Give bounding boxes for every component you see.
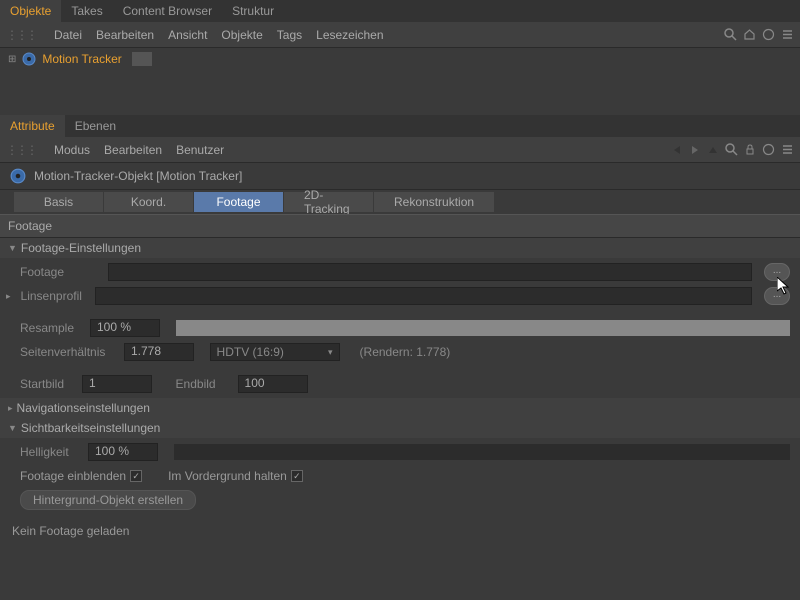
menu-icon[interactable] bbox=[781, 143, 794, 156]
menu-icon[interactable] bbox=[781, 28, 794, 41]
object-tree-row[interactable]: ⊞ Motion Tracker bbox=[0, 48, 800, 70]
lock-icon[interactable] bbox=[744, 144, 756, 156]
endbild-label: Endbild bbox=[176, 377, 230, 391]
tab-koord[interactable]: Koord. bbox=[104, 192, 194, 212]
motion-tracker-icon bbox=[22, 52, 36, 66]
expand-icon[interactable]: ⊞ bbox=[8, 54, 16, 65]
create-bg-object-button[interactable]: Hintergrund-Objekt erstellen bbox=[20, 490, 196, 510]
chevron-down-icon: ▼ bbox=[8, 423, 17, 433]
tab-attribute[interactable]: Attribute bbox=[0, 115, 65, 137]
attr-menubar: ⋮⋮⋮ Modus Bearbeiten Benutzer bbox=[0, 137, 800, 163]
object-manager-menubar: ⋮⋮⋮ Datei Bearbeiten Ansicht Objekte Tag… bbox=[0, 22, 800, 48]
resample-input[interactable]: 100 % bbox=[90, 319, 160, 337]
menu-lesezeichen[interactable]: Lesezeichen bbox=[316, 28, 383, 42]
menu-objekte[interactable]: Objekte bbox=[221, 28, 262, 42]
chevron-right-icon[interactable]: ▸ bbox=[6, 291, 11, 302]
helligkeit-label: Helligkeit bbox=[20, 445, 80, 459]
aspect-input[interactable]: 1.778 bbox=[124, 343, 194, 361]
param-tabs: Basis Koord. Footage 2D-Tracking Rekonst… bbox=[0, 190, 800, 214]
resample-label: Resample bbox=[20, 321, 82, 335]
group-footage-settings[interactable]: ▼ Footage-Einstellungen bbox=[0, 238, 800, 258]
footage-label: Footage bbox=[20, 265, 100, 279]
object-tree-area[interactable] bbox=[0, 70, 800, 115]
helligkeit-input[interactable]: 100 % bbox=[88, 443, 158, 461]
group-label: Navigationseinstellungen bbox=[17, 401, 150, 415]
tab-basis[interactable]: Basis bbox=[14, 192, 104, 212]
group-visibility-settings[interactable]: ▼ Sichtbarkeitseinstellungen bbox=[0, 418, 800, 438]
resample-slider[interactable] bbox=[176, 320, 790, 336]
menu-modus[interactable]: Modus bbox=[54, 143, 90, 157]
view-icon[interactable] bbox=[762, 28, 775, 41]
top-tabs: Objekte Takes Content Browser Struktur bbox=[0, 0, 800, 22]
aspect-label: Seitenverhältnis bbox=[20, 345, 116, 359]
linsenprofil-input[interactable] bbox=[95, 287, 752, 305]
status-message: Kein Footage geladen bbox=[0, 514, 800, 548]
group-label: Footage-Einstellungen bbox=[21, 241, 141, 255]
dropdown-value: HDTV (16:9) bbox=[217, 345, 284, 359]
nav-fwd-icon[interactable] bbox=[689, 144, 701, 156]
attr-tabs: Attribute Ebenen bbox=[0, 115, 800, 137]
chevron-down-icon: ▾ bbox=[328, 347, 333, 358]
search-icon[interactable] bbox=[724, 28, 737, 41]
section-footage: Footage bbox=[0, 214, 800, 238]
chevron-down-icon: ▼ bbox=[8, 243, 17, 253]
chevron-right-icon: ▸ bbox=[8, 403, 13, 414]
new-icon[interactable] bbox=[762, 143, 775, 156]
group-nav-settings[interactable]: ▸ Navigationseinstellungen bbox=[0, 398, 800, 418]
startbild-label: Startbild bbox=[20, 377, 74, 391]
tab-objekte[interactable]: Objekte bbox=[0, 0, 61, 22]
group-label: Sichtbarkeitseinstellungen bbox=[21, 421, 160, 435]
linsenprofil-label: Linsenprofil bbox=[21, 289, 87, 303]
render-aspect-label: (Rendern: 1.778) bbox=[360, 345, 451, 359]
menu-benutzer[interactable]: Benutzer bbox=[176, 143, 224, 157]
object-header: Motion-Tracker-Objekt [Motion Tracker] bbox=[0, 163, 800, 190]
tab-rekonstruktion[interactable]: Rekonstruktion bbox=[374, 192, 495, 212]
object-label[interactable]: Motion Tracker bbox=[42, 52, 121, 66]
grip-icon: ⋮⋮⋮ bbox=[6, 28, 36, 42]
search-icon[interactable] bbox=[725, 143, 738, 156]
aspect-preset-dropdown[interactable]: HDTV (16:9) ▾ bbox=[210, 343, 340, 361]
endbild-input[interactable]: 100 bbox=[238, 375, 308, 393]
footage-einblenden-label: Footage einblenden bbox=[20, 469, 126, 483]
nav-up-icon[interactable] bbox=[707, 144, 719, 156]
visibility-dots-icon[interactable] bbox=[132, 52, 152, 66]
tab-takes[interactable]: Takes bbox=[61, 0, 112, 22]
menu-tags[interactable]: Tags bbox=[277, 28, 302, 42]
tab-struktur[interactable]: Struktur bbox=[222, 0, 284, 22]
tab-footage[interactable]: Footage bbox=[194, 192, 284, 212]
linsenprofil-browse-button[interactable]: ... bbox=[764, 287, 790, 305]
menu-datei[interactable]: Datei bbox=[54, 28, 82, 42]
menu-bearbeiten[interactable]: Bearbeiten bbox=[96, 28, 154, 42]
footage-input[interactable] bbox=[108, 263, 752, 281]
startbild-input[interactable]: 1 bbox=[82, 375, 152, 393]
helligkeit-slider[interactable] bbox=[174, 444, 790, 460]
tab-ebenen[interactable]: Ebenen bbox=[65, 115, 126, 137]
vordergrund-checkbox[interactable] bbox=[291, 470, 303, 482]
tab-content-browser[interactable]: Content Browser bbox=[113, 0, 222, 22]
menu-bearbeiten-attr[interactable]: Bearbeiten bbox=[104, 143, 162, 157]
grip-icon: ⋮⋮⋮ bbox=[6, 143, 36, 157]
menu-ansicht[interactable]: Ansicht bbox=[168, 28, 207, 42]
motion-tracker-icon bbox=[10, 168, 26, 184]
tab-2d-tracking[interactable]: 2D-Tracking bbox=[284, 192, 374, 212]
vordergrund-label: Im Vordergrund halten bbox=[168, 469, 287, 483]
home-icon[interactable] bbox=[743, 28, 756, 41]
object-title: Motion-Tracker-Objekt [Motion Tracker] bbox=[34, 169, 242, 183]
footage-browse-button[interactable]: ... bbox=[764, 263, 790, 281]
nav-back-icon[interactable] bbox=[671, 144, 683, 156]
footage-einblenden-checkbox[interactable] bbox=[130, 470, 142, 482]
